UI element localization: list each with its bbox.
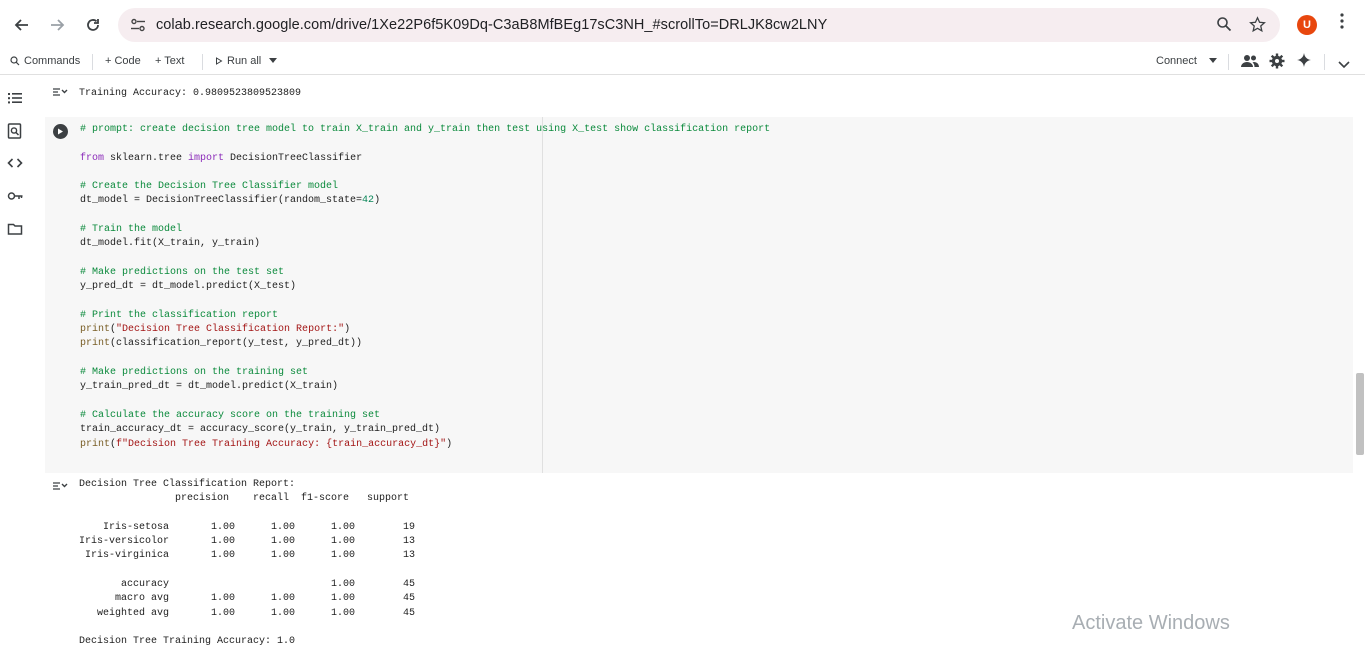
code-line[interactable]: ​	[80, 395, 770, 409]
files-folder-icon[interactable]	[7, 221, 23, 237]
connect-dropdown-icon[interactable]	[1209, 58, 1217, 63]
secrets-key-icon[interactable]	[7, 188, 23, 204]
forward-icon[interactable]	[39, 7, 75, 43]
code-line[interactable]: dt_model = DecisionTreeClassifier(random…	[80, 194, 770, 208]
colab-toolbar: Commands + Code + Text Run all Connect	[0, 49, 1365, 75]
code-line[interactable]: train_accuracy_dt = accuracy_score(y_tra…	[80, 423, 770, 437]
cell-output: Decision Tree Classification Report: pre…	[79, 478, 415, 650]
find-replace-icon[interactable]	[7, 123, 23, 139]
code-line[interactable]: ​	[80, 252, 770, 266]
output-toggle-icon[interactable]	[52, 480, 68, 495]
add-text-button[interactable]: + Text	[155, 55, 184, 67]
output-line: Decision Tree Training Accuracy: 1.0	[79, 636, 296, 648]
run-all-dropdown-icon[interactable]	[269, 58, 277, 63]
output-line: macro avg 1.00 1.00 1.00 45	[79, 593, 416, 605]
code-line[interactable]: from sklearn.tree import DecisionTreeCla…	[80, 152, 770, 166]
play-icon	[216, 57, 223, 65]
run-all-button[interactable]: Run all	[215, 55, 261, 67]
site-settings-icon[interactable]	[130, 18, 146, 32]
output-toggle-icon[interactable]	[52, 86, 68, 101]
output-line: precision recall f1-score support	[79, 493, 410, 505]
output-line: Decision Tree Classification Report:	[79, 479, 296, 490]
bookmark-star-icon[interactable]	[1248, 16, 1266, 34]
code-line[interactable]: dt_model.fit(X_train, y_train)	[80, 237, 770, 251]
code-line[interactable]: y_pred_dt = dt_model.predict(X_test)	[80, 280, 770, 294]
output-line: Iris-setosa 1.00 1.00 1.00 19	[79, 521, 416, 533]
code-line[interactable]: ​	[80, 209, 770, 223]
settings-gear-icon[interactable]	[1269, 53, 1285, 72]
output-line: weighted avg 1.00 1.00 1.00 45	[79, 607, 416, 619]
add-code-button[interactable]: + Code	[105, 55, 141, 67]
reload-icon[interactable]	[75, 7, 111, 43]
output-line: ​	[79, 621, 415, 635]
table-of-contents-icon[interactable]	[7, 90, 23, 106]
run-all-label: Run all	[227, 55, 262, 67]
toolbar-divider	[92, 54, 93, 70]
gemini-sparkle-icon[interactable]	[1297, 53, 1311, 70]
browser-toolbar: colab.research.google.com/drive/1Xe22P6f…	[0, 0, 1365, 49]
add-code-label: + Code	[105, 55, 141, 67]
output-line: Iris-versicolor 1.00 1.00 1.00 13	[79, 536, 416, 548]
code-line[interactable]: # prompt: create decision tree model to …	[80, 123, 770, 137]
code-line[interactable]: # Train the model	[80, 223, 770, 237]
output-line: Iris-virginica 1.00 1.00 1.00 13	[79, 550, 416, 562]
profile-avatar[interactable]: U	[1297, 15, 1317, 35]
code-editor[interactable]: # prompt: create decision tree model to …	[80, 123, 770, 452]
code-line[interactable]: # Calculate the accuracy score on the tr…	[80, 409, 770, 423]
left-sidebar	[0, 75, 30, 642]
run-cell-button[interactable]	[53, 124, 68, 139]
code-line[interactable]: print(classification_report(y_test, y_pr…	[80, 337, 770, 351]
code-line[interactable]: print("Decision Tree Classification Repo…	[80, 323, 770, 337]
add-text-label: + Text	[155, 55, 185, 67]
share-people-icon[interactable]	[1241, 53, 1259, 72]
address-url[interactable]: colab.research.google.com/drive/1Xe22P6f…	[156, 17, 827, 33]
toolbar-divider	[1324, 54, 1325, 70]
chevron-down-icon[interactable]	[1338, 56, 1350, 72]
code-line[interactable]: # Make predictions on the test set	[80, 266, 770, 280]
code-line[interactable]: # Make predictions on the training set	[80, 366, 770, 380]
previous-cell-output: Training Accuracy: 0.9809523809523809	[79, 88, 302, 99]
code-line[interactable]: # Print the classification report	[80, 309, 770, 323]
code-line[interactable]: # Create the Decision Tree Classifier mo…	[80, 180, 770, 194]
vertical-scrollbar[interactable]	[1356, 373, 1364, 455]
code-line[interactable]: ​	[80, 352, 770, 366]
toolbar-divider	[202, 54, 203, 70]
toolbar-divider	[1228, 54, 1229, 70]
commands-label: Commands	[24, 55, 81, 67]
back-icon[interactable]	[4, 7, 40, 43]
output-line: ​	[79, 564, 415, 578]
connect-label: Connect	[1156, 55, 1197, 67]
code-line[interactable]: ​	[80, 295, 770, 309]
code-line[interactable]: y_train_pred_dt = dt_model.predict(X_tra…	[80, 380, 770, 394]
output-line: accuracy 1.00 45	[79, 579, 416, 591]
code-line[interactable]: ​	[80, 166, 770, 180]
code-line[interactable]: ​	[80, 137, 770, 151]
activate-windows-watermark: Activate Windows	[1072, 612, 1230, 634]
play-icon	[58, 128, 63, 135]
code-snippets-icon[interactable]	[7, 155, 23, 171]
connect-button[interactable]: Connect	[1156, 55, 1197, 67]
code-line[interactable]: print(f"Decision Tree Training Accuracy:…	[80, 438, 770, 452]
zoom-icon[interactable]	[1215, 16, 1233, 34]
output-line: ​	[79, 507, 415, 521]
address-bar[interactable]: colab.research.google.com/drive/1Xe22P6f…	[118, 8, 1280, 42]
commands-button[interactable]: Commands	[10, 55, 80, 67]
browser-menu-icon[interactable]	[1334, 13, 1350, 37]
search-icon	[10, 56, 20, 66]
